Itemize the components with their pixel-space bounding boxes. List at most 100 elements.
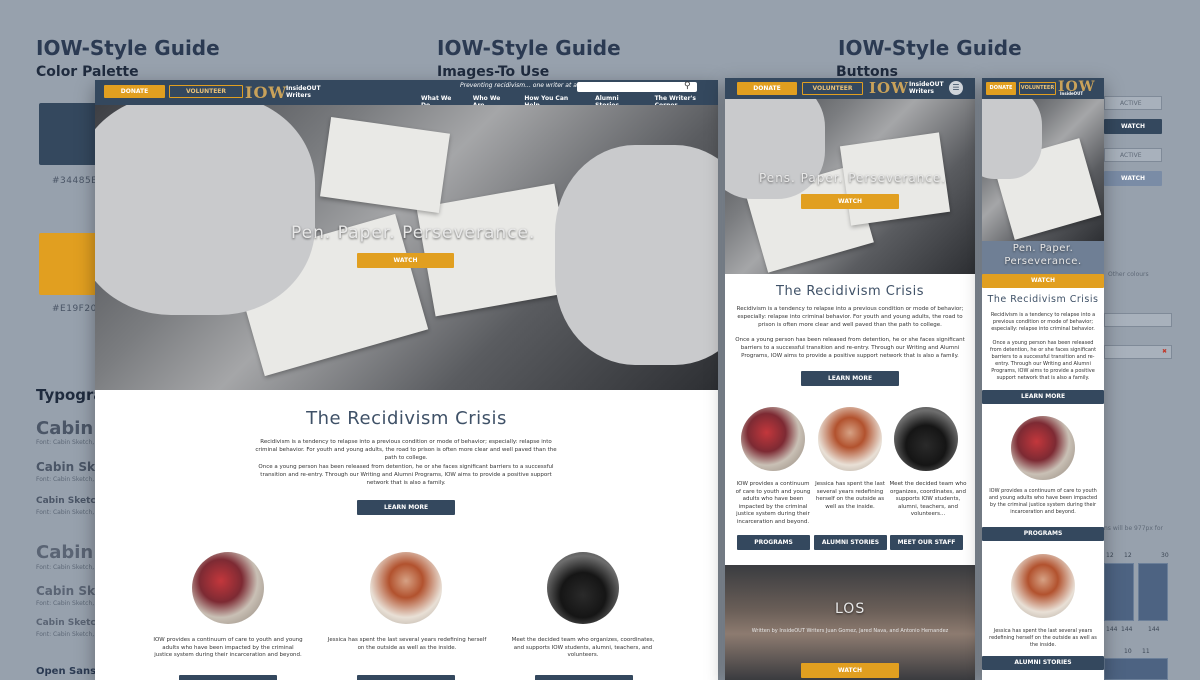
color-swatch-gold xyxy=(39,233,103,295)
grid-num-1: 12 xyxy=(1106,552,1114,559)
images-heading: Images-To Use xyxy=(437,64,550,80)
active-label-1: ACTIVE xyxy=(1120,100,1142,107)
mobile-mockup: DONATE VOLUNTEER IOW InsideOUT ☰ Pen. Pa… xyxy=(982,78,1104,680)
desktop-learn-more-button[interactable]: LEARN MORE xyxy=(357,500,455,515)
grid-num-2: 12 xyxy=(1124,552,1132,559)
mobile-learn-more-button[interactable]: LEARN MORE xyxy=(982,390,1104,404)
grid-num-8: 11 xyxy=(1142,648,1150,655)
grid-num-5: 144 xyxy=(1121,626,1133,633)
tablet-logo-text-2: Writers xyxy=(909,88,934,95)
desktop-card-caption-3: Meet the decided team who organizes, coo… xyxy=(511,637,655,658)
desktop-search-input[interactable] xyxy=(577,82,697,92)
tablet-donate-button[interactable]: DONATE xyxy=(737,82,797,95)
error-x-icon: ✖ xyxy=(1162,348,1168,355)
desktop-card-button-1[interactable] xyxy=(179,675,277,680)
grid-num-7: 10 xyxy=(1124,648,1132,655)
desktop-crisis-p1: Recidivism is a tendency to relapse into… xyxy=(255,439,557,461)
other-colours-label: Other colours xyxy=(1108,271,1149,278)
tablet-crisis-p1: Recidivism is a tendency to relapse into… xyxy=(736,306,964,328)
desktop-card-button-2[interactable] xyxy=(357,675,455,680)
desktop-hero-image: Pen. Paper. Perseverance. WATCH xyxy=(95,105,718,390)
typo-note-2: Font: Cabin Sketch, 30 xyxy=(36,476,104,483)
tablet-logo-text-1: InsideOUT xyxy=(909,81,944,88)
tablet-mockup: DONATE VOLUNTEER IOW InsideOUT Writers ☰… xyxy=(725,78,975,680)
desktop-crisis-p2: Once a young person has been released fr… xyxy=(258,464,554,486)
grid-num-6: 144 xyxy=(1148,626,1160,633)
tablet-story-title: LOS xyxy=(835,601,866,617)
desktop-card-image-3 xyxy=(547,552,619,624)
desktop-nav: DONATE VOLUNTEER IOW InsideOUT Writers P… xyxy=(95,80,718,109)
typo-note-4: Font: Cabin Sketch, 40 xyxy=(36,564,104,571)
desktop-card-button-3[interactable] xyxy=(535,675,633,680)
color-swatch-gold-label: #E19F20 xyxy=(52,304,97,314)
mobile-nav: DONATE VOLUNTEER IOW InsideOUT xyxy=(982,78,1104,99)
mobile-hero-headline-1: Pen. Paper. xyxy=(1012,243,1074,254)
mobile-alumni-stories-button[interactable]: ALUMNI STORIES xyxy=(982,656,1104,670)
desktop-tagline: Preventing recidivism... one writer at a… xyxy=(460,82,593,89)
desktop-logo-text-2: Writers xyxy=(286,92,311,99)
mobile-logo-text-1: InsideOUT xyxy=(1060,91,1084,96)
tablet-hero-headline: Pens. Paper. Perseverance. xyxy=(759,171,947,185)
tablet-meet-our-staff-button[interactable]: MEET OUR STAFF xyxy=(890,535,963,550)
watch-button-sample-1: WATCH xyxy=(1104,119,1162,134)
style-guide-title-colors: IOW-Style Guide xyxy=(36,36,220,60)
desktop-watch-button[interactable]: WATCH xyxy=(357,253,454,268)
desktop-card-caption-1: IOW provides a continuum of care to yout… xyxy=(153,637,303,658)
tablet-programs-button[interactable]: PROGRAMS xyxy=(737,535,810,550)
grid-column-3 xyxy=(1104,658,1168,680)
tablet-watch-button[interactable]: WATCH xyxy=(801,194,899,209)
tablet-card-caption-2: Jessica has spent the last several years… xyxy=(815,481,885,510)
tablet-crisis-p2: Once a young person has been released fr… xyxy=(735,337,965,359)
mobile-crisis-title: The Recidivism Crisis xyxy=(987,294,1099,305)
mobile-programs-button[interactable]: PROGRAMS xyxy=(982,527,1104,541)
watch-button-sample-2: WATCH xyxy=(1104,171,1162,186)
tablet-learn-more-button[interactable]: LEARN MORE xyxy=(801,371,899,386)
desktop-card-caption-2: Jessica has spent the last several years… xyxy=(327,637,487,651)
tablet-alumni-stories-button[interactable]: ALUMNI STORIES xyxy=(814,535,887,550)
grid-column-2 xyxy=(1138,563,1168,621)
mobile-card-caption-2: Jessica has spent the last several years… xyxy=(989,628,1097,648)
typo-note-5: Font: Cabin Sketch, 30 xyxy=(36,600,104,607)
tablet-volunteer-button[interactable]: VOLUNTEER xyxy=(802,82,863,95)
typo-note-1: Font: Cabin Sketch, 40 xyxy=(36,439,104,446)
mobile-hero-sleeve xyxy=(982,99,1042,179)
tablet-card-image-2 xyxy=(818,407,882,471)
tablet-menu-icon[interactable]: ☰ xyxy=(949,81,963,95)
desktop-mockup: DONATE VOLUNTEER IOW InsideOUT Writers P… xyxy=(95,80,718,680)
tablet-crisis-title: The Recidivism Crisis xyxy=(776,284,924,299)
tablet-card-caption-3: Meet the decided team who organizes, coo… xyxy=(889,481,967,517)
hero-paper-3 xyxy=(320,117,450,213)
mobile-volunteer-button[interactable]: VOLUNTEER xyxy=(1019,82,1056,95)
typo-note-6: Font: Cabin Sketch, 20 xyxy=(36,631,104,638)
typo-note-3: Font: Cabin Sketch, 20 xyxy=(36,509,104,516)
hero-sleeve-2 xyxy=(555,145,718,365)
grid-num-3: 30 xyxy=(1161,552,1169,559)
mobile-card-image-2 xyxy=(1011,554,1075,618)
mobile-watch-button[interactable]: WATCH xyxy=(982,274,1104,288)
desktop-logo[interactable]: IOW xyxy=(245,83,287,102)
color-palette-heading: Color Palette xyxy=(36,64,139,80)
tablet-story-image: LOS Written by InsideOUT Writers Juan Go… xyxy=(725,565,975,680)
desktop-donate-button[interactable]: DONATE xyxy=(104,85,165,98)
tablet-card-image-3 xyxy=(894,407,958,471)
desktop-card-image-1 xyxy=(192,552,264,624)
color-swatch-blue xyxy=(39,103,103,165)
grid-num-4: 144 xyxy=(1106,626,1118,633)
mobile-crisis-p2: Once a young person has been released fr… xyxy=(989,340,1097,381)
desktop-volunteer-button[interactable]: VOLUNTEER xyxy=(169,85,243,98)
tablet-hero-image: Pens. Paper. Perseverance. WATCH xyxy=(725,99,975,274)
typography-heading: Typogra xyxy=(36,386,104,404)
search-icon[interactable]: ⚲ xyxy=(684,81,691,91)
desktop-logo-text-1: InsideOUT xyxy=(286,85,321,92)
mobile-crisis-p1: Recidivism is a tendency to relapse into… xyxy=(990,312,1096,332)
mobile-card-image-1 xyxy=(1011,416,1075,480)
color-swatch-blue-label: #34485E xyxy=(52,176,98,186)
tablet-story-watch-button[interactable]: WATCH xyxy=(801,663,899,678)
style-guide-title-images: IOW-Style Guide xyxy=(437,36,621,60)
tablet-nav: DONATE VOLUNTEER IOW InsideOUT Writers ☰ xyxy=(725,78,975,99)
grid-column-1 xyxy=(1104,563,1134,621)
tablet-logo[interactable]: IOW xyxy=(869,79,909,97)
desktop-card-image-2 xyxy=(370,552,442,624)
tablet-card-image-1 xyxy=(741,407,805,471)
mobile-donate-button[interactable]: DONATE xyxy=(986,82,1016,95)
